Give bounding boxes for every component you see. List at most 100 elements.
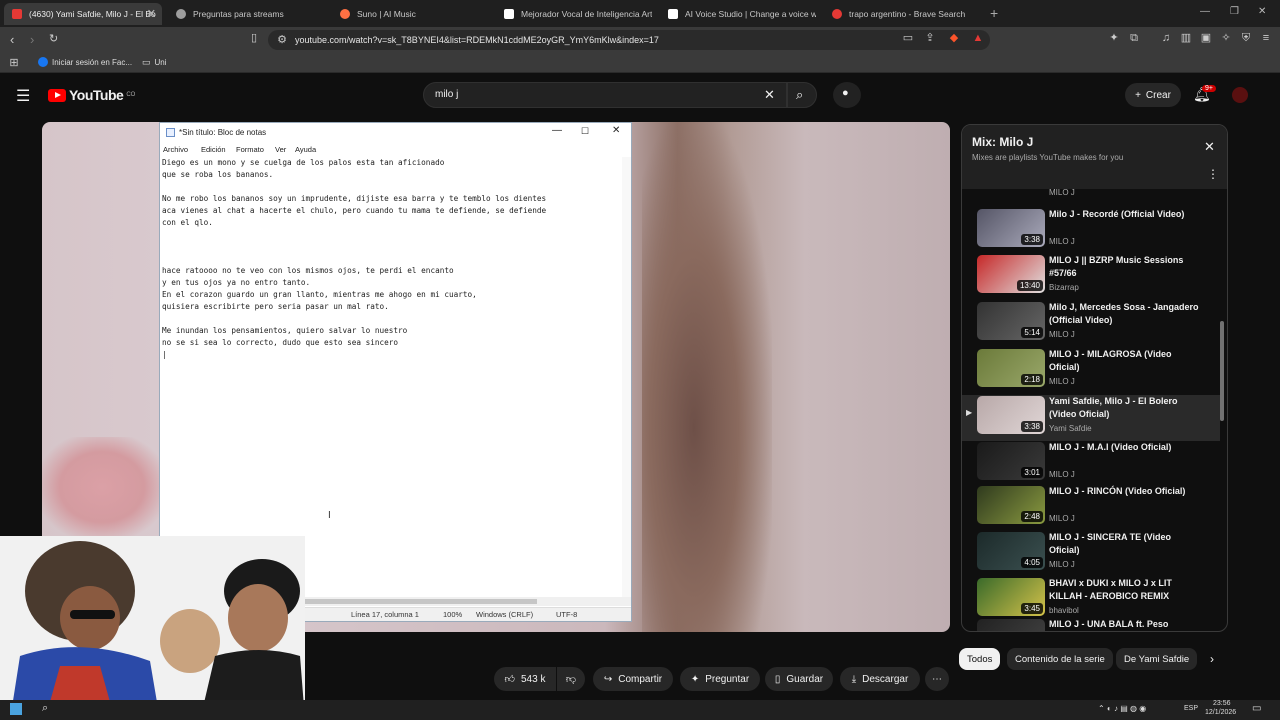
search-input[interactable]: milo j — [435, 89, 458, 100]
tab-suno[interactable]: Suno | AI Music — [332, 3, 492, 25]
video-thumbnail[interactable] — [977, 619, 1045, 631]
playlist-menu-icon[interactable]: ⋮ — [1207, 167, 1219, 181]
playlist-item[interactable]: 3:38 Milo J - Recordé (Official Video) MIL… — [962, 208, 1220, 254]
video-thumbnail[interactable]: 2:18 — [977, 349, 1045, 387]
leo-icon[interactable]: ✧ — [1220, 32, 1232, 44]
start-icon[interactable] — [10, 703, 22, 715]
video-title[interactable]: Yami Safdie, Milo J - El Bolero (Video O… — [1049, 395, 1199, 421]
bookmark-uni[interactable]: ▭ Uni — [142, 57, 167, 68]
channel-name[interactable]: MILO J — [1049, 330, 1075, 339]
extensions-icon[interactable]: ✦ — [1108, 32, 1120, 44]
menu-formato[interactable]: Formato — [236, 145, 264, 154]
tab-preguntas[interactable]: Preguntas para streams — [168, 3, 328, 25]
clock-time[interactable]: 23:56 — [1213, 700, 1231, 707]
forward-icon[interactable]: › — [30, 32, 34, 47]
video-title[interactable]: MILO J - SINCERA TE (Video Oficial) — [1049, 531, 1199, 557]
clock-date[interactable]: 12/1/2026 — [1205, 709, 1236, 716]
media-icon[interactable]: ♫ — [1160, 32, 1172, 44]
site-settings-icon[interactable]: ⚙ — [276, 34, 288, 46]
channel-name[interactable]: Yami Safdie — [1049, 424, 1092, 433]
playlist-item-current[interactable]: ▶ 3:38 Yami Safdie, Milo J - El Bolero (Vi… — [962, 395, 1220, 441]
back-icon[interactable]: ‹ — [10, 32, 14, 47]
video-thumbnail[interactable]: 3:38 — [977, 396, 1045, 434]
minimize-icon[interactable]: — — [1200, 6, 1210, 17]
download-button[interactable]: ⤓ Descargar — [840, 667, 920, 691]
playlist-item[interactable]: 5:14 Milo J, Mercedes Sosa - Jangadero (O… — [962, 301, 1220, 347]
notepad-text-area[interactable]: Diego es un mono y se cuelga de los palo… — [162, 157, 612, 361]
close-playlist-icon[interactable]: ✕ — [1204, 139, 1215, 155]
playlist-item[interactable]: 13:40 MILO J || BZRP Music Sessions #57/6… — [962, 254, 1220, 300]
video-title[interactable]: MILO J - RINCÓN (Video Oficial) — [1049, 485, 1199, 498]
video-title[interactable]: MILO J - MILAGROSA (Video Oficial) — [1049, 348, 1199, 374]
create-button[interactable]: + Crear — [1125, 83, 1181, 107]
video-thumbnail[interactable]: 13:40 — [977, 255, 1045, 293]
chevron-right-icon[interactable]: › — [1210, 652, 1214, 666]
playlist-item[interactable]: 2:48 MILO J - RINCÓN (Video Oficial) MILO … — [962, 485, 1220, 531]
url-text[interactable]: youtube.com/watch?v=sk_T8BYNEI4&list=RDE… — [295, 35, 659, 45]
channel-name[interactable]: MILO J — [1049, 470, 1075, 479]
minimize-icon[interactable]: — — [552, 125, 562, 136]
tab-voice-studio[interactable]: AI Voice Studio | Change a voice wit — [660, 3, 816, 25]
sidebar-icon[interactable]: ▥ — [1180, 32, 1192, 44]
video-title[interactable]: MILO J - M.A.I (Video Oficial) — [1049, 441, 1199, 454]
dislike-button[interactable]: 👎︎ — [557, 667, 585, 691]
video-title[interactable]: Milo J - Recordé (Official Video) — [1049, 208, 1199, 221]
menu-ayuda[interactable]: Ayuda — [295, 145, 316, 154]
chip-series[interactable]: Contenido de la serie — [1007, 648, 1113, 670]
menu-edicion[interactable]: Edición — [201, 145, 226, 154]
scrollbar-thumb[interactable] — [305, 599, 537, 604]
playlist-item[interactable]: MILO J - UNA BALA ft. Peso — [962, 618, 1220, 631]
channel-name[interactable]: MILO J — [1049, 560, 1075, 569]
bookmark-icon[interactable]: ▯ — [248, 32, 260, 44]
vpn-icon[interactable]: ⛨ — [1240, 32, 1252, 44]
close-window-icon[interactable]: ✕ — [1258, 6, 1266, 17]
menu-archivo[interactable]: Archivo — [163, 145, 188, 154]
share-button[interactable]: ↪ Compartir — [593, 667, 673, 691]
chip-yami-safdie[interactable]: De Yami Safdie — [1116, 648, 1198, 670]
hamburger-menu-icon[interactable]: ☰ — [16, 86, 30, 106]
maximize-icon[interactable]: ☐ — [581, 126, 589, 137]
playlist-scrollbar[interactable] — [1220, 195, 1225, 627]
maximize-icon[interactable]: ❐ — [1230, 6, 1239, 17]
menu-icon[interactable]: ≡ — [1260, 32, 1272, 44]
close-tab-icon[interactable]: ✕ — [147, 7, 156, 20]
more-actions-button[interactable]: ⋯ — [925, 667, 949, 691]
menu-ver[interactable]: Ver — [275, 145, 286, 154]
video-title[interactable]: Milo J, Mercedes Sosa - Jangadero (Offic… — [1049, 301, 1199, 327]
close-icon[interactable]: ✕ — [612, 125, 620, 136]
cast-icon[interactable]: ▭ — [902, 32, 914, 44]
playlist-title[interactable]: Mix: Milo J — [972, 135, 1033, 149]
brave-shields-icon[interactable]: ◆ — [948, 32, 960, 44]
screenshot-icon[interactable]: ⧉ — [1128, 32, 1140, 44]
channel-name[interactable]: MILO J — [1049, 237, 1075, 246]
video-title[interactable]: MILO J || BZRP Music Sessions #57/66 — [1049, 254, 1199, 280]
video-thumbnail[interactable]: 2:48 — [977, 486, 1045, 524]
video-thumbnail[interactable]: 3:01 — [977, 442, 1045, 480]
video-title[interactable]: BHAVI x DUKI x MILO J x LIT KILLAH - AER… — [1049, 577, 1199, 603]
video-thumbnail[interactable]: 5:14 — [977, 302, 1045, 340]
channel-name[interactable]: Bizarrap — [1049, 283, 1079, 292]
clear-search-icon[interactable]: ✕ — [764, 87, 775, 103]
tab-youtube[interactable]: (4630) Yami Safdie, Milo J - El Bo ✕ — [4, 3, 162, 25]
scrollbar-thumb[interactable] — [1220, 321, 1224, 421]
tab-mejorador[interactable]: Mejorador Vocal de Inteligencia Arti — [496, 3, 652, 25]
wallet-icon[interactable]: ▣ — [1200, 32, 1212, 44]
video-title[interactable]: MILO J - UNA BALA ft. Peso — [1049, 618, 1199, 631]
new-tab-button[interactable]: + — [990, 5, 998, 21]
channel-name[interactable]: MILO J — [1049, 514, 1075, 523]
search-icon[interactable]: ⌕ — [42, 702, 48, 715]
apps-grid-icon[interactable]: ⊞ — [8, 57, 20, 69]
playlist-item[interactable]: 4:05 MILO J - SINCERA TE (Video Oficial) M… — [962, 531, 1220, 577]
keyboard-language[interactable]: ESP — [1184, 705, 1198, 712]
video-thumbnail[interactable]: 4:05 — [977, 532, 1045, 570]
youtube-logo[interactable]: YouTube CO — [48, 87, 135, 103]
playlist-item[interactable]: 3:01 MILO J - M.A.I (Video Oficial) MILO J — [962, 441, 1220, 487]
tab-brave-search[interactable]: trapo argentino - Brave Search — [824, 3, 984, 25]
brave-rewards-icon[interactable]: ▲ — [972, 32, 984, 44]
like-button[interactable]: 👍︎ 543 k — [494, 667, 556, 691]
notifications-icon[interactable]: ▭ — [1252, 703, 1261, 714]
avatar[interactable] — [1232, 87, 1248, 103]
ask-button[interactable]: ✦ Preguntar — [680, 667, 760, 691]
bookmark-facebook[interactable]: Iniciar sesión en Fac... — [38, 57, 132, 67]
save-button[interactable]: ▯ Guardar — [765, 667, 833, 691]
